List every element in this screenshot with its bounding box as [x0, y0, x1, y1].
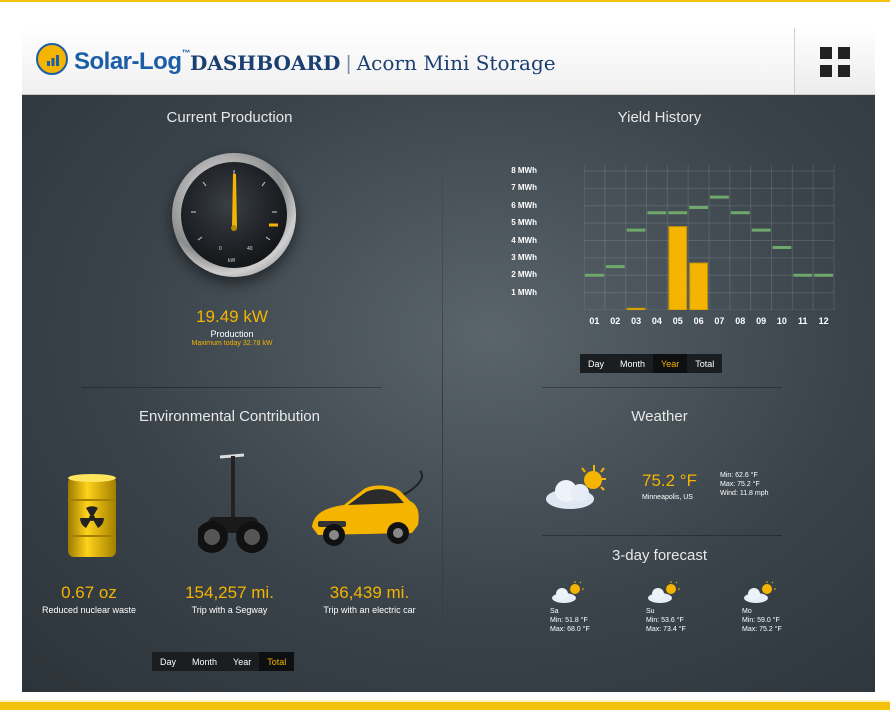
- environment-period-buttons: Day Month Year Total: [152, 652, 295, 671]
- y-tick-label: 1 MWh: [511, 287, 537, 297]
- electric-car-label: Trip with an electric car: [323, 605, 416, 615]
- forecast-max: Max: 73.4 °F: [646, 626, 686, 633]
- production-gauge: 0 40 kW: [172, 153, 296, 277]
- nuclear-waste-value: 0.67 oz: [61, 583, 117, 602]
- y-tick-label: 3 MWh: [511, 252, 537, 262]
- segway-label: Trip with a Segway: [191, 605, 268, 615]
- x-tick-label: 08: [735, 316, 746, 326]
- weather-title: Weather: [631, 408, 688, 425]
- horizontal-divider-right: [542, 387, 782, 388]
- title-separator: |: [345, 53, 352, 75]
- forecast-day: Mo: [742, 608, 752, 615]
- nuclear-barrel-icon: [68, 474, 116, 557]
- page-title: DASHBOARD | Acorn Mini Storage: [190, 51, 556, 76]
- x-tick-label: 02: [610, 316, 621, 326]
- bottom-accent-band: [0, 700, 890, 710]
- partly-cloudy-icon: [552, 581, 584, 603]
- x-tick-label: 07: [714, 316, 725, 326]
- env-year-button[interactable]: Year: [225, 652, 259, 671]
- title-site-name: Acorn Mini Storage: [356, 51, 556, 75]
- gauge-tick-0: 0: [219, 246, 222, 252]
- yield-history-title: Yield History: [617, 109, 702, 126]
- y-tick-label: 8 MWh: [511, 166, 537, 175]
- electric-car-icon: [312, 470, 423, 546]
- gauge-unit: kW: [228, 258, 236, 264]
- current-production-title: Current Production: [166, 109, 293, 126]
- partly-cloudy-icon: [744, 581, 776, 603]
- weather-min: Min: 62.6 °F: [720, 472, 758, 479]
- yield-bar-03[interactable]: [626, 307, 646, 310]
- forecast-max: Max: 75.2 °F: [742, 626, 782, 633]
- env-day-button[interactable]: Day: [152, 652, 184, 671]
- environment-title: Environmental Contribution: [139, 408, 320, 425]
- yield-day-button[interactable]: Day: [580, 354, 612, 373]
- title-dashboard: DASHBOARD: [190, 51, 341, 75]
- production-max-today: Maximum today 32.78 kW: [191, 340, 273, 347]
- x-tick-label: 11: [797, 316, 808, 326]
- electric-car-value: 36,439 mi.: [329, 583, 410, 602]
- segway-value: 154,257 mi.: [185, 583, 274, 602]
- x-tick-label: 05: [672, 316, 683, 326]
- x-tick-label: 12: [818, 316, 829, 326]
- partly-cloudy-icon: [648, 581, 680, 603]
- forecast-item: Sa Min: 51.8 °F Max: 68.0 °F: [550, 580, 590, 634]
- forecast-title: 3-day forecast: [611, 547, 708, 564]
- production-label: Production: [210, 329, 254, 339]
- forecast-min: Min: 59.0 °F: [742, 617, 780, 624]
- header-bar: Solar-Log™ DASHBOARD | Acorn Mini Storag…: [22, 28, 875, 95]
- partly-cloudy-icon: [546, 465, 606, 509]
- solar-log-logo-icon: [36, 43, 68, 75]
- forecast-day: Su: [646, 608, 655, 615]
- gauge-tick-40: 40: [247, 246, 253, 252]
- forecast-item: Su Min: 53.6 °F Max: 73.4 °F: [646, 580, 686, 634]
- env-total-button[interactable]: Total: [259, 652, 295, 671]
- gauge-dial: [191, 170, 278, 241]
- nuclear-waste-label: Reduced nuclear waste: [41, 605, 137, 615]
- weather-location: Minneapolis, US: [642, 494, 693, 501]
- y-tick-label: 4 MWh: [511, 235, 537, 245]
- logo-text: Solar-Log™: [74, 48, 190, 76]
- weather-divider: [542, 535, 782, 536]
- x-tick-label: 09: [756, 316, 767, 326]
- y-tick-label: 2 MWh: [511, 270, 537, 280]
- yield-total-button[interactable]: Total: [687, 354, 722, 373]
- weather-temperature: 75.2 °F: [642, 471, 697, 490]
- forecast-item: Mo Min: 59.0 °F Max: 75.2 °F: [742, 580, 782, 634]
- production-value: 19.49 kW: [196, 307, 268, 326]
- weather-max: Max: 75.2 °F: [720, 481, 760, 488]
- yield-bar-05[interactable]: [668, 226, 688, 310]
- x-tick-label: 04: [651, 316, 662, 326]
- yield-history-chart: [584, 165, 835, 310]
- forecast-day: Sa: [550, 608, 559, 615]
- x-tick-label: 01: [589, 316, 600, 326]
- yield-period-buttons: Day Month Year Total: [580, 354, 723, 373]
- segway-icon: [198, 453, 268, 553]
- yield-month-button[interactable]: Month: [612, 354, 653, 373]
- forecast-min: Min: 53.6 °F: [646, 617, 684, 624]
- y-tick-label: 5 MWh: [511, 218, 537, 228]
- weather-wind: Wind: 11.8 mph: [720, 490, 769, 497]
- x-tick-label: 06: [693, 316, 704, 326]
- top-accent-band: [0, 0, 890, 2]
- logo-trademark: ™: [181, 48, 191, 58]
- yield-bar-06[interactable]: [689, 262, 708, 310]
- x-tick-label: 03: [631, 316, 642, 326]
- yield-year-button[interactable]: Year: [653, 354, 688, 373]
- env-month-button[interactable]: Month: [184, 652, 225, 671]
- forecast-max: Max: 68.0 °F: [550, 626, 590, 633]
- vertical-divider: [442, 135, 443, 665]
- y-tick-label: 7 MWh: [511, 183, 537, 193]
- x-tick-label: 10: [776, 316, 787, 326]
- grid-menu-button[interactable]: [794, 28, 875, 94]
- logo-wordmark: Solar-Log: [74, 48, 182, 75]
- y-tick-label: 6 MWh: [511, 200, 537, 210]
- horizontal-divider: [82, 387, 382, 388]
- dashboard-panel: Current Production 0 40 kW 19.49 kW Prod…: [22, 95, 875, 692]
- forecast-min: Min: 51.8 °F: [550, 617, 588, 624]
